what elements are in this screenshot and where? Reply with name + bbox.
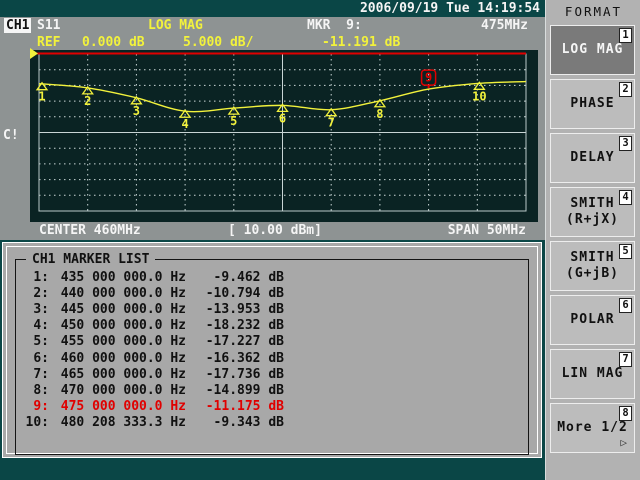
marker-number: 9: [33,399,49,415]
svg-text:6: 6 [279,111,286,125]
marker-frequency: 435 000 000.0 Hz [60,269,186,285]
marker-frequency: 470 000 000.0 Hz [60,382,186,398]
softkey-label: LIN MAG [561,366,624,381]
softkey-lin-mag[interactable]: 7 LIN MAG [550,349,635,399]
marker-list-rows: 1: 435 000 000.0 Hz -9.462 dB 2: 440 000 00… [23,269,284,431]
marker-list-row: 6: 460 000 000.0 Hz -16.362 dB [23,350,284,366]
softkey-label: PHASE [570,96,615,111]
svg-text:8: 8 [376,107,383,121]
marker-list-row: 10: 480 208 333.3 Hz -9.343 dB [23,415,284,431]
marker-list-row: 7: 465 000 000.0 Hz -17.736 dB [23,366,284,382]
marker-frequency: 455 000 000.0 Hz [60,334,186,350]
softkey-number-badge: 1 [619,28,632,43]
softkey-smith-gjb[interactable]: 5 SMITH (G+jB) [550,241,635,291]
more-pages-arrow-icon: ▷ [620,436,627,449]
scale-per-div-value: 5.000 dB/ [183,35,254,50]
marker-number: 10: [25,415,49,431]
softkey-more[interactable]: 8 More 1/2 ▷ [550,403,635,453]
format-annotation: LOG MAG [148,18,203,33]
softkey-polar[interactable]: 6 POLAR [550,295,635,345]
softkey-number-badge: 8 [619,406,632,421]
marker-value: -13.953 dB [205,301,284,317]
softkey-menu: FORMAT 1 LOG MAG 2 PHASE 3 DELAY 4 SMITH… [545,0,640,480]
correction-annotation: C! [3,128,19,143]
marker-value: -17.227 dB [205,334,284,350]
softkey-label: More 1/2 [557,420,628,435]
marker-list-row: 2: 440 000 000.0 Hz -10.794 dB [23,285,284,301]
marker-value: -18.232 dB [205,318,284,334]
svg-text:2: 2 [84,94,91,108]
marker-value: -9.343 dB [213,415,284,431]
softkey-number-badge: 2 [619,82,632,97]
marker-list-row-active: 9: 475 000 000.0 Hz -11.175 dB [23,399,284,415]
softkey-number-badge: 4 [619,190,632,205]
marker-list-row: 8: 470 000 000.0 Hz -14.899 dB [23,382,284,398]
graph-area: 1 2 3 4 5 6 7 8 9 10 [30,48,538,222]
softkey-label: DELAY [570,150,615,165]
marker-frequency: 450 000 000.0 Hz [60,318,186,334]
svg-text:5: 5 [230,114,237,128]
softkey-label: POLAR [570,312,615,327]
power-level-label: [ 10.00 dBm] [228,223,322,238]
marker-number: 2: [33,285,49,301]
reference-label: REF [37,35,61,50]
marker-readout-value: -11.191 dB [322,35,401,50]
svg-text:3: 3 [133,104,140,118]
marker-list-row: 1: 435 000 000.0 Hz -9.462 dB [23,269,284,285]
marker-readout-frequency: 475MHz [481,18,528,33]
marker-list-row: 4: 450 000 000.0 Hz -18.232 dB [23,318,284,334]
span-label: SPAN 50MHz [447,223,526,238]
svg-text:10: 10 [472,89,486,103]
softkey-log-mag[interactable]: 1 LOG MAG [550,25,635,75]
svg-text:9: 9 [425,71,432,85]
softkey-smith-rjx[interactable]: 4 SMITH (R+jX) [550,187,635,237]
marker-value: -14.899 dB [205,382,284,398]
measurement-label: S11 [37,18,61,33]
display-area: CH1 S11 LOG MAG MKR 9: 475MHz REF 0.000 … [0,17,545,240]
softkey-label: SMITH (G+jB) [566,250,619,281]
datetime-display: 2006/09/19 Tue 14:19:54 [359,1,540,16]
marker-readout-label: MKR 9: [307,18,362,33]
marker-list-row: 3: 445 000 000.0 Hz -13.953 dB [23,301,284,317]
softkey-label: SMITH (R+jX) [566,196,619,227]
marker-list-panel: CH1 MARKER LIST 1: 435 000 000.0 Hz -9.462… [2,242,542,458]
marker-number: 7: [33,366,49,382]
marker-frequency: 460 000 000.0 Hz [60,350,186,366]
marker-list-title: CH1 MARKER LIST [26,252,156,267]
marker-value: -17.736 dB [205,366,284,382]
svg-text:7: 7 [328,116,335,130]
marker-frequency: 440 000 000.0 Hz [60,285,186,301]
marker-value: -9.462 dB [213,269,284,285]
channel-badge: CH1 [4,18,32,33]
softkey-number-badge: 5 [619,244,632,259]
marker-number: 3: [33,301,49,317]
marker-value: -16.362 dB [205,350,284,366]
marker-number: 4: [33,318,49,334]
marker-frequency: 445 000 000.0 Hz [60,301,186,317]
marker-frequency: 480 208 333.3 Hz [60,415,186,431]
center-frequency-label: CENTER 460MHz [39,223,141,238]
marker-number: 8: [33,382,49,398]
marker-list-row: 5: 455 000 000.0 Hz -17.227 dB [23,334,284,350]
marker-number: 1: [33,269,49,285]
marker-number: 6: [33,350,49,366]
softkey-delay[interactable]: 3 DELAY [550,133,635,183]
marker-frequency: 465 000 000.0 Hz [60,366,186,382]
softkey-number-badge: 6 [619,298,632,313]
graticule-canvas: 1 2 3 4 5 6 7 8 9 10 [30,48,527,212]
marker-frequency: 475 000 000.0 Hz [60,399,186,415]
reference-value: 0.000 dB [82,35,145,50]
marker-number: 5: [33,334,49,350]
svg-text:1: 1 [38,90,45,104]
marker-value: -11.175 dB [205,399,284,415]
softkey-label: LOG MAG [561,42,624,57]
marker-value: -10.794 dB [205,285,284,301]
softkey-menu-title: FORMAT [564,4,623,19]
svg-text:4: 4 [181,117,188,131]
softkey-number-badge: 3 [619,136,632,151]
softkey-phase[interactable]: 2 PHASE [550,79,635,129]
instrument-screen: 2006/09/19 Tue 14:19:54 CH1 S11 LOG MAG … [0,0,640,480]
softkey-number-badge: 7 [619,352,632,367]
